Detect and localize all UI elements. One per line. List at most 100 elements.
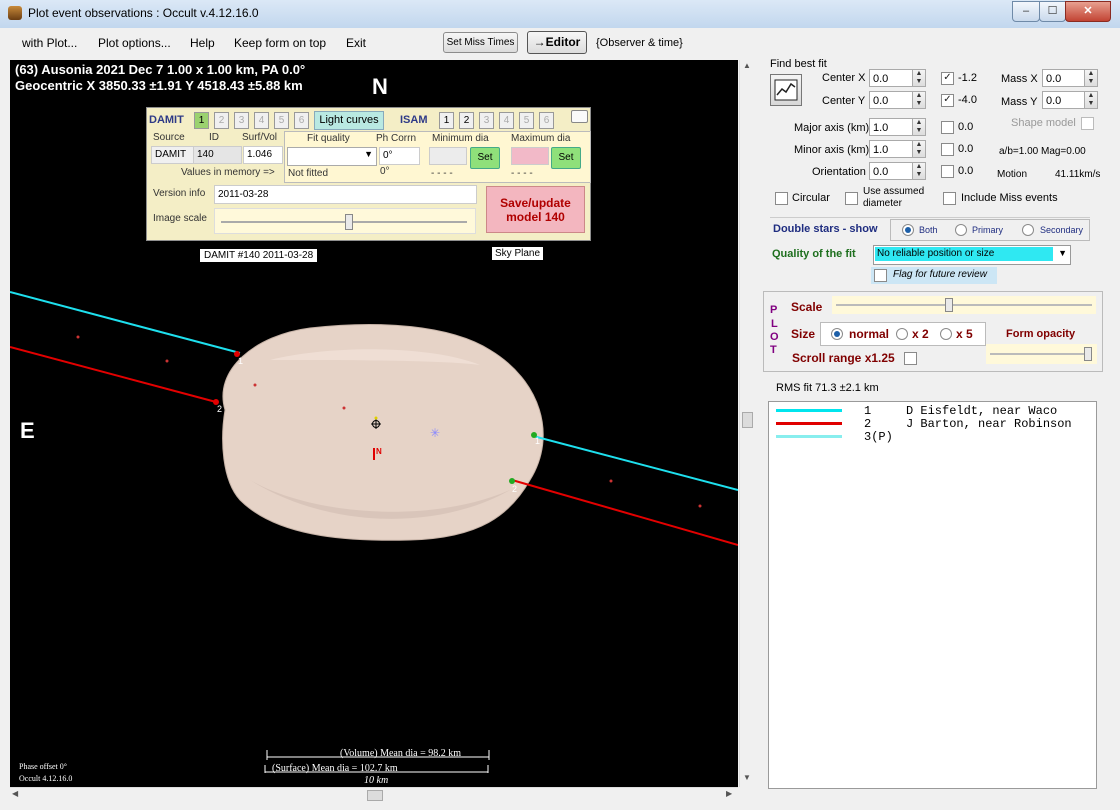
scale-slider[interactable] [832,296,1096,314]
primary-radio[interactable] [955,224,967,236]
scroll-thumb[interactable] [742,412,753,428]
max-dia-input[interactable] [511,147,549,165]
quality-fit-select[interactable]: No reliable position or size ▼ [873,245,1071,265]
scroll-right-icon[interactable]: ▶ [726,789,732,798]
scroll-range-checkbox[interactable] [904,352,917,365]
scroll-down-icon[interactable]: ▼ [743,773,751,782]
center-y-checkbox[interactable]: ✓ [941,94,954,107]
fit-quality-select[interactable]: ▼ [287,147,377,166]
menu-with-plot[interactable]: with Plot... [22,36,77,50]
menu-help[interactable]: Help [190,36,215,50]
damit-model-1[interactable]: 1 [194,112,209,129]
secondary-label: Secondary [1040,225,1084,235]
damit-model-4[interactable]: 4 [254,112,269,129]
mass-x-input[interactable]: 0.0 [1042,69,1085,87]
svg-text:✳: ✳ [430,426,440,440]
not-fitted-label: Not fitted [288,168,329,179]
save-update-model-button[interactable]: Save/update model 140 [486,186,585,233]
major-axis-checkbox[interactable] [941,121,954,134]
fit-quality-header: Fit quality [307,133,350,144]
secondary-radio[interactable] [1022,224,1034,236]
major-axis-fit-value: 0.0 [958,121,974,133]
flag-review-label: Flag for future review [893,269,987,280]
center-y-spinner[interactable]: ▲ ▼ [912,91,926,109]
menu-bar: with Plot... Plot options... Help Keep f… [0,28,1120,58]
menu-plot-options[interactable]: Plot options... [98,36,171,50]
isam-model-3[interactable]: 3 [479,112,494,129]
phase-offset-label: Phase offset 0° [19,762,67,771]
chevron-down-icon: ▼ [364,149,373,159]
mass-y-input[interactable]: 0.0 [1042,91,1085,109]
center-x-input[interactable]: 0.0 [869,69,913,87]
menu-keep-on-top[interactable]: Keep form on top [234,36,326,50]
scroll-up-icon[interactable]: ▲ [743,61,751,70]
id-value: 140 [193,146,242,164]
orientation-input[interactable]: 0.0 [869,162,913,180]
ph-corrn-value[interactable]: 0° [379,147,420,165]
major-axis-spinner[interactable]: ▲ ▼ [912,118,926,136]
image-scale-slider[interactable] [214,208,476,234]
version-info-field[interactable]: 2011-03-28 [214,185,477,204]
size-normal-radio[interactable] [831,328,843,340]
form-opacity-slider[interactable] [986,344,1097,364]
damit-model-3[interactable]: 3 [234,112,249,129]
plot-vertical-scrollbar[interactable]: ▲ ▼ [739,60,754,787]
find-best-fit-button[interactable] [770,74,802,106]
hscroll-thumb[interactable] [367,790,383,801]
mass-x-label: Mass X [1001,73,1038,85]
set-miss-times-button[interactable]: Set Miss Times [443,32,518,53]
version-info-label: Version info [153,188,206,199]
shape-model-checkbox[interactable] [1081,117,1094,130]
mass-x-spinner[interactable]: ▲ ▼ [1084,69,1098,87]
damit-model-6[interactable]: 6 [294,112,309,129]
include-miss-label: Include Miss events [961,192,1058,204]
light-curves-button[interactable]: Light curves [314,111,384,130]
scroll-range-label: Scroll range x1.25 [792,351,895,365]
max-dia-set-button[interactable]: Set [551,147,581,169]
size-x5-radio[interactable] [940,328,952,340]
damit-model-5[interactable]: 5 [274,112,289,129]
sky-plane-label: Sky Plane [492,247,544,260]
window-title: Plot event observations : Occult v.4.12.… [28,6,259,20]
isam-model-6[interactable]: 6 [539,112,554,129]
damit-title: DAMIT [149,114,184,126]
scroll-left-icon[interactable]: ◀ [12,789,18,798]
center-y-fit-value: -4.0 [958,94,977,106]
minor-axis-fit-value: 0.0 [958,143,974,155]
orientation-checkbox[interactable] [941,165,954,178]
quality-fit-label: Quality of the fit [772,248,856,260]
circular-checkbox[interactable] [775,192,788,205]
minor-axis-spinner[interactable]: ▲ ▼ [912,140,926,158]
menu-exit[interactable]: Exit [346,36,366,50]
min-dia-set-button[interactable]: Set [470,147,500,169]
mass-y-spinner[interactable]: ▲ ▼ [1084,91,1098,109]
legend-name: D Eisfeldt, near Waco [906,404,1058,418]
surfvol-header: Surf/Vol [242,132,278,143]
editor-button[interactable]: →Editor [527,31,587,54]
isam-model-1[interactable]: 1 [439,112,454,129]
minor-axis-input[interactable]: 1.0 [869,140,913,158]
minimize-button[interactable]: – [1012,1,1040,22]
close-button[interactable]: ✕ [1065,1,1111,22]
isam-model-4[interactable]: 4 [499,112,514,129]
minor-axis-checkbox[interactable] [941,143,954,156]
flag-review-checkbox[interactable] [874,269,887,282]
maximize-button[interactable]: ☐ [1039,1,1066,22]
both-radio[interactable] [902,224,914,236]
orientation-spinner[interactable]: ▲ ▼ [912,162,926,180]
center-x-checkbox[interactable]: ✓ [941,72,954,85]
include-miss-checkbox[interactable] [943,192,956,205]
min-dia-input[interactable] [429,147,467,165]
center-y-input[interactable]: 0.0 [869,91,913,109]
isam-model-2[interactable]: 2 [459,112,474,129]
isam-model-5[interactable]: 5 [519,112,534,129]
size-normal-label: normal [849,327,890,341]
damit-model-2[interactable]: 2 [214,112,229,129]
use-assumed-checkbox[interactable] [845,192,858,205]
plot-horizontal-scrollbar[interactable]: ◀ ▶ [10,787,738,802]
panel-toggle-button[interactable] [571,110,588,123]
size-x2-radio[interactable] [896,328,908,340]
major-axis-input[interactable]: 1.0 [869,118,913,136]
size-label: Size [791,327,816,341]
center-x-spinner[interactable]: ▲ ▼ [912,69,926,87]
